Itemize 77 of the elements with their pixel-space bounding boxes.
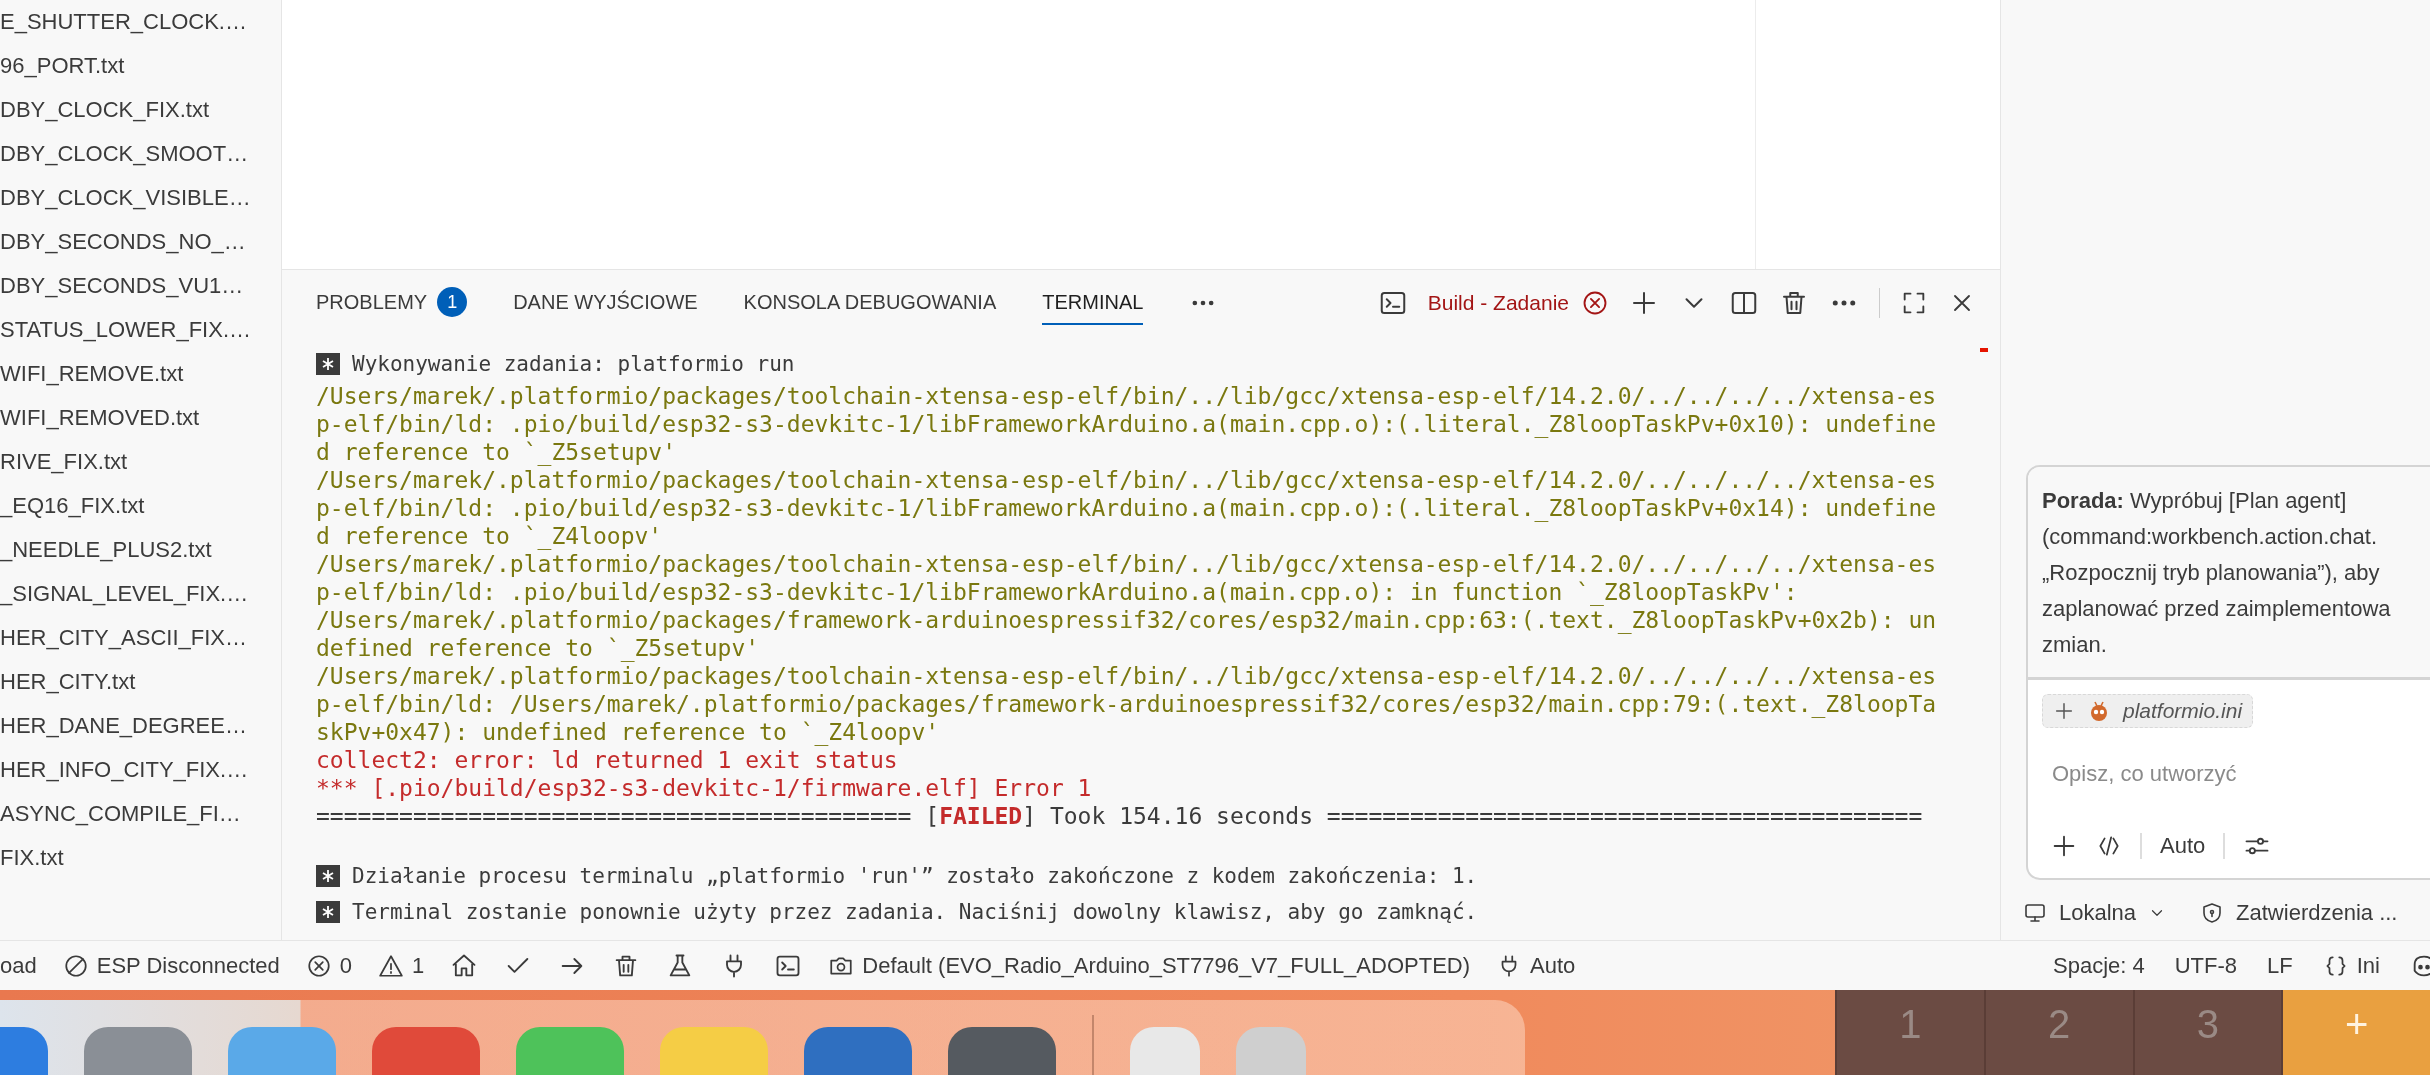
asterisk-icon — [316, 865, 340, 887]
panel-tab[interactable]: TERMINAL — [1042, 281, 1144, 325]
file-item[interactable]: _EQ16_FIX.txt — [0, 484, 281, 528]
status-item[interactable]: 0 — [305, 952, 352, 979]
panel-tab[interactable]: DANE WYJŚCIOWE — [513, 281, 698, 325]
tip-text: „Rozpocznij tryb planowania”), aby — [2042, 559, 2381, 587]
error-marker — [1980, 348, 1988, 352]
terminal-line: /Users/marek/.platformio/packages/toolchain-xtensa-esp-elf/bin/../lib/gcc/xtensa-esp-elf/14.2.0/../../../../xtensa-es — [316, 466, 1937, 494]
error-icon — [1581, 289, 1609, 317]
status-item[interactable]: Default (EVO_Radio_Arduino_ST7796_V7_FULL_ADOPTED) — [828, 952, 1471, 979]
terminal-line: *** [.pio/build/esp32-s3-devkitc-1/firmware.elf] Error 1 — [316, 774, 1092, 802]
file-item[interactable]: DBY_SECONDS_VU1… — [0, 264, 281, 308]
app-icon[interactable] — [948, 1027, 1056, 1075]
terminal-line: /Users/marek/.platformio/packages/toolchain-xtensa-esp-elf/bin/../lib/gcc/xtensa-esp-elf/14.2.0/../../../../xtensa-es — [316, 382, 1937, 410]
terminal-line: skPv+0x47): undefined reference to `_Z4loopv' — [316, 718, 940, 746]
terminal-line: Terminal zostanie ponownie użyty przez zadania. Naciśnij dowolny klawisz, aby go zamknąć. — [352, 899, 1478, 926]
status-item[interactable]: Spacje: 4 — [2053, 952, 2145, 979]
asterisk-icon — [316, 353, 340, 375]
mode-picker[interactable]: Auto — [2160, 833, 2206, 859]
attachment-chip[interactable]: platformio.ini — [2042, 694, 2254, 728]
circle-slash-icon — [62, 952, 89, 979]
file-item[interactable]: WIFI_REMOVE.txt — [0, 352, 281, 396]
tip-text: Porada: Wypróbuj [Plan agent] — [2042, 487, 2348, 515]
asterisk-icon — [316, 901, 340, 923]
file-item[interactable]: ASYNC_COMPILE_FI… — [0, 792, 281, 836]
file-item[interactable]: HER_INFO_CITY_FIX.… — [0, 748, 281, 792]
prompt-input[interactable]: Opisz, co utworzyć — [2050, 760, 2414, 788]
panel-tab[interactable]: KONSOLA DEBUGOWANIA — [743, 281, 997, 325]
status-item[interactable]: Ini — [2322, 952, 2380, 979]
file-item[interactable]: 96_PORT.txt — [0, 44, 281, 88]
terminal-line: collect2: error: ld returned 1 exit status — [316, 746, 898, 774]
terminal-line: /Users/marek/.platformio/packages/framework-arduinoespressif32/cores/esp32/main.cpp:63:(.text._Z8loopTaskPv+0x2b): un — [316, 606, 1937, 634]
file-item[interactable]: HER_CITY.txt — [0, 660, 281, 704]
status-item[interactable]: ESP Disconnected — [62, 952, 280, 979]
terminal-line: /Users/marek/.platformio/packages/toolchain-xtensa-esp-elf/bin/../lib/gcc/xtensa-esp-elf/14.2.0/../../../../xtensa-es — [316, 550, 1937, 578]
file-item[interactable]: _SIGNAL_LEVEL_FIX.… — [0, 572, 281, 616]
terminal-line: p-elf/bin/ld: .pio/build/esp32-s3-devkitc-1/libFrameworkArduino.a(main.cpp.o):(.literal._Z8loopTaskPv+0x14): undefine — [316, 494, 1937, 522]
file-item[interactable]: DBY_CLOCK_VISIBLE… — [0, 176, 281, 220]
file-item[interactable]: FIX.txt — [0, 836, 281, 880]
status-item[interactable]: oad — [0, 952, 37, 979]
plus-icon — [2053, 700, 2075, 722]
terminal-line: p-elf/bin/ld: /Users/marek/.platformio/packages/framework-arduinoespressif32/cores/esp32/main.cpp:79:(.text._Z8loopTa — [316, 690, 1937, 718]
warning-icon — [378, 952, 404, 979]
file-item[interactable]: DBY_CLOCK_FIX.txt — [0, 88, 281, 132]
file-item[interactable]: _NEEDLE_PLUS2.txt — [0, 528, 281, 572]
terminal-line: d reference to `_Z4loopv' — [316, 522, 663, 550]
terminal-line: Wykonywanie zadania: platformio run — [352, 351, 795, 378]
status-item[interactable]: 1 — [378, 952, 425, 979]
terminal-line: defined reference to `_Z5setupv' — [316, 634, 760, 662]
count-badge: 1 — [437, 287, 468, 317]
file-item[interactable]: RIVE_FIX.txt — [0, 440, 281, 484]
monitor-icon — [2023, 901, 2047, 925]
error-icon — [305, 952, 332, 979]
terminal-line: d reference to `_Z5setupv' — [316, 438, 677, 466]
terminal-line: p-elf/bin/ld: .pio/build/esp32-s3-devkitc-1/libFrameworkArduino.a(main.cpp.o):(.literal._Z8loopTaskPv+0x10): undefine — [316, 410, 1937, 438]
task-tab[interactable]: Build - Zadanie — [1427, 285, 1609, 321]
file-item[interactable]: HER_CITY_ASCII_FIX… — [0, 616, 281, 660]
panel-tab[interactable]: PROBLEMY 1 — [316, 281, 468, 325]
status-item[interactable]: UTF-8 — [2174, 952, 2238, 979]
app-icon[interactable] — [804, 1027, 912, 1075]
file-item[interactable]: HER_DANE_DEGREE… — [0, 704, 281, 748]
terminal-line: Działanie procesu terminalu „platformio 'run'” zostało zakończone z kodem zakończenia: 1. — [352, 863, 1478, 890]
terminal-line: =========================================== [FAILED] Took 154.16 seconds =========================================== — [316, 802, 1923, 830]
approvals-picker[interactable]: Zatwierdzenia ... — [2200, 900, 2398, 926]
file-item[interactable]: DBY_CLOCK_SMOOT… — [0, 132, 281, 176]
file-item[interactable]: WIFI_REMOVED.txt — [0, 396, 281, 440]
tip-text: (command:workbench.action.chat. — [2042, 523, 2379, 551]
tip-text: zaplanować przed zaimplementowa — [2042, 595, 2392, 623]
file-item[interactable]: E_SHUTTER_CLOCK.… — [0, 0, 281, 44]
file-item[interactable]: STATUS_LOWER_FIX.… — [0, 308, 281, 352]
file-item[interactable]: DBY_SECONDS_NO_… — [0, 220, 281, 264]
status-item[interactable]: LF — [2267, 952, 2293, 979]
session-picker[interactable]: Lokalna — [2023, 900, 2167, 926]
terminal-line: /Users/marek/.platformio/packages/toolchain-xtensa-esp-elf/bin/../lib/gcc/xtensa-esp-elf/14.2.0/../../../../xtensa-es — [316, 662, 1937, 690]
tip-text: zmian. — [2042, 631, 2108, 659]
status-item[interactable]: Auto — [1496, 952, 1576, 979]
terminal-line: p-elf/bin/ld: .pio/build/esp32-s3-devkitc-1/libFrameworkArduino.a(main.cpp.o): in function `_Z8loopTaskPv': — [316, 578, 1798, 606]
